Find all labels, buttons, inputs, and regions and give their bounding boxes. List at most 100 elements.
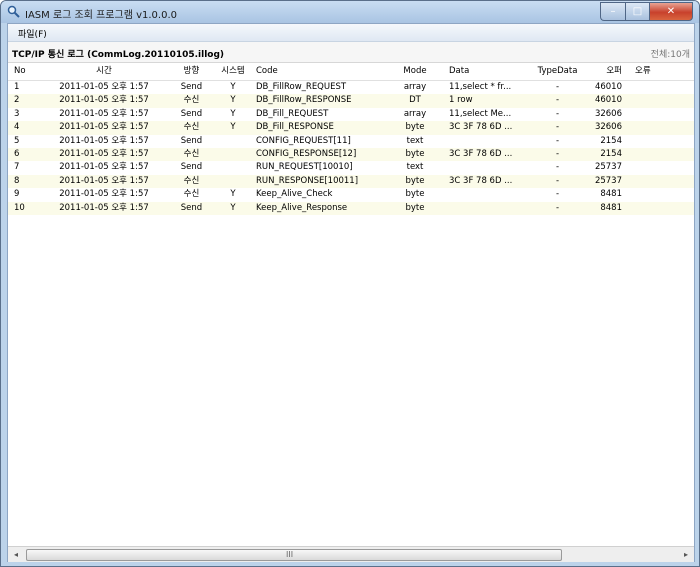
window-controls: – □ ✕ <box>600 2 693 21</box>
cell-typedata: - <box>555 189 560 200</box>
table-row[interactable]: 1 2011-01-05 오후 1:57 Send Y DB_FillRow_R… <box>8 81 694 95</box>
column-header-data[interactable]: Data <box>449 63 529 80</box>
column-header-time[interactable]: 시간 <box>45 63 163 80</box>
column-header-typedata[interactable]: TypeData <box>529 63 586 80</box>
maximize-button[interactable]: □ <box>625 2 649 21</box>
title-bar[interactable]: IASM 로그 조회 프로그램 v1.0.0.0 – □ ✕ <box>1 1 699 23</box>
cell-data <box>449 161 529 174</box>
cell-mode: array <box>403 82 427 92</box>
cell-size: 25737 <box>594 162 622 173</box>
cell-code: DB_FillRow_RESPONSE <box>256 95 352 106</box>
cell-time: 2011-01-05 오후 1:57 <box>59 148 149 159</box>
column-header-size[interactable]: 오퍼 <box>583 63 622 80</box>
scrollbar-thumb[interactable]: III <box>26 549 562 561</box>
minimize-button[interactable]: – <box>600 2 625 21</box>
cell-data: 3C 3F 78 6D ... <box>449 148 513 159</box>
cell-time: 2011-01-05 오후 1:57 <box>59 189 149 200</box>
cell-system: Y <box>230 95 236 106</box>
cell-mode: text <box>406 162 424 173</box>
cell-error <box>635 81 673 94</box>
cell-time: 2011-01-05 오후 1:57 <box>59 135 149 146</box>
cell-size: 32606 <box>594 122 622 133</box>
cell-error <box>635 175 673 188</box>
cell-mode: DT <box>409 95 421 106</box>
cell-no: 1 <box>14 82 20 92</box>
cell-no: 10 <box>14 202 25 213</box>
cell-no: 9 <box>14 189 20 200</box>
application-window: IASM 로그 조회 프로그램 v1.0.0.0 – □ ✕ 파일(F) TCP… <box>0 0 700 567</box>
cell-size: 8481 <box>600 189 622 200</box>
cell-system: Y <box>230 189 236 200</box>
table-header: No 시간 방향 시스템 Code Mode Data TypeData 오퍼 … <box>8 63 694 81</box>
cell-system <box>213 161 253 174</box>
cell-typedata: - <box>555 135 560 146</box>
cell-code: DB_FillRow_REQUEST <box>256 82 347 92</box>
cell-code: DB_Fill_RESPONSE <box>256 122 334 133</box>
cell-typedata: - <box>555 95 560 106</box>
cell-data: 3C 3F 78 6D ... <box>449 175 513 186</box>
cell-direction: 수신 <box>183 148 200 159</box>
cell-typedata: - <box>555 175 560 186</box>
cell-no: 7 <box>14 162 20 173</box>
scroll-left-arrow-icon[interactable]: ◂ <box>10 549 22 560</box>
cell-direction: Send <box>180 162 203 173</box>
cell-data: 1 row <box>449 95 473 106</box>
cell-no: 2 <box>14 95 20 106</box>
menu-file[interactable]: 파일(F) <box>18 27 47 40</box>
cell-time: 2011-01-05 오후 1:57 <box>59 108 149 119</box>
cell-time: 2011-01-05 오후 1:57 <box>59 95 149 106</box>
cell-code: CONFIG_REQUEST[11] <box>256 135 351 146</box>
cell-system <box>213 135 253 148</box>
table-row[interactable]: 2 2011-01-05 오후 1:57 수신 Y DB_FillRow_RES… <box>8 94 694 108</box>
cell-no: 8 <box>14 175 20 186</box>
cell-typedata: - <box>555 108 560 119</box>
log-table[interactable]: No 시간 방향 시스템 Code Mode Data TypeData 오퍼 … <box>8 63 694 546</box>
cell-data <box>449 135 529 148</box>
cell-size: 2154 <box>600 135 622 146</box>
cell-typedata: - <box>555 148 560 159</box>
table-row[interactable]: 8 2011-01-05 오후 1:57 수신 RUN_RESPONSE[100… <box>8 174 694 189</box>
column-header-system[interactable]: 시스템 <box>213 63 253 80</box>
column-header-error[interactable]: 오류 <box>635 63 673 80</box>
cell-direction: Send <box>180 108 203 119</box>
cell-no: 4 <box>14 122 20 133</box>
cell-error <box>635 202 673 215</box>
cell-system <box>213 175 253 188</box>
cell-code: RUN_RESPONSE[10011] <box>256 175 359 186</box>
cell-direction: Send <box>180 202 203 213</box>
cell-code: CONFIG_RESPONSE[12] <box>256 148 357 159</box>
cell-code: Keep_Alive_Response <box>256 202 348 213</box>
horizontal-scrollbar[interactable]: ◂ III ▸ <box>8 546 694 562</box>
table-row[interactable]: 4 2011-01-05 오후 1:57 수신 Y DB_Fill_RESPON… <box>8 121 694 135</box>
table-row[interactable]: 3 2011-01-05 오후 1:57 Send Y DB_Fill_REQU… <box>8 107 694 122</box>
cell-error <box>635 135 673 148</box>
cell-data <box>449 188 529 201</box>
column-header-code[interactable]: Code <box>256 63 391 80</box>
cell-code: Keep_Alive_Check <box>256 189 333 200</box>
table-row[interactable]: 10 2011-01-05 오후 1:57 Send Y Keep_Alive_… <box>8 201 694 215</box>
cell-time: 2011-01-05 오후 1:57 <box>59 202 149 213</box>
section-title: TCP/IP 통신 로그 (CommLog.20110105.illog) <box>12 50 225 60</box>
cell-code: RUN_REQUEST[10010] <box>256 162 353 173</box>
cell-typedata: - <box>555 122 560 133</box>
scrollbar-grip-icon: III <box>286 550 294 559</box>
cell-mode: byte <box>405 202 425 213</box>
table-row[interactable]: 7 2011-01-05 오후 1:57 Send RUN_REQUEST[10… <box>8 161 694 175</box>
cell-no: 6 <box>14 148 20 159</box>
cell-system <box>213 148 253 161</box>
table-row[interactable]: 9 2011-01-05 오후 1:57 수신 Y Keep_Alive_Che… <box>8 188 694 202</box>
close-button[interactable]: ✕ <box>649 2 693 21</box>
client-area: 파일(F) TCP/IP 통신 로그 (CommLog.20110105.ill… <box>7 23 695 562</box>
cell-code: DB_Fill_REQUEST <box>256 108 329 119</box>
table-row[interactable]: 5 2011-01-05 오후 1:57 Send CONFIG_REQUEST… <box>8 134 694 148</box>
column-header-no[interactable]: No <box>14 63 44 80</box>
cell-typedata: - <box>555 202 560 213</box>
cell-system: Y <box>230 82 236 92</box>
column-header-mode[interactable]: Mode <box>391 63 439 80</box>
column-header-direction[interactable]: 방향 <box>164 63 219 80</box>
log-section-header: TCP/IP 통신 로그 (CommLog.20110105.illog) 전체… <box>8 42 694 63</box>
table-body: 1 2011-01-05 오후 1:57 Send Y DB_FillRow_R… <box>8 81 694 215</box>
table-row[interactable]: 6 2011-01-05 오후 1:57 수신 CONFIG_RESPONSE[… <box>8 147 694 162</box>
cell-no: 5 <box>14 135 20 146</box>
scroll-right-arrow-icon[interactable]: ▸ <box>680 549 692 560</box>
